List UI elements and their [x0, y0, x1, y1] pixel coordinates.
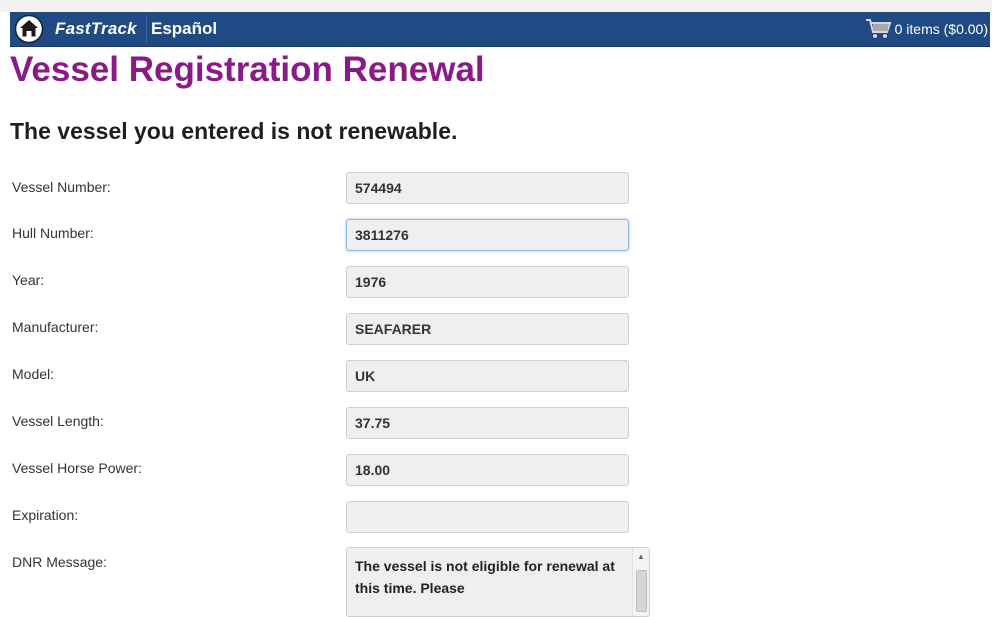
- fasttrack-link[interactable]: FastTrack: [55, 19, 137, 39]
- expiration-field[interactable]: [346, 501, 629, 533]
- manufacturer-label: Manufacturer:: [12, 319, 99, 335]
- vessel-horse-power-label: Vessel Horse Power:: [12, 460, 142, 476]
- vessel-number-field[interactable]: [346, 172, 629, 204]
- expiration-label: Expiration:: [12, 507, 79, 523]
- manufacturer-field[interactable]: [346, 313, 629, 345]
- cart-summary: 0 items ($0.00): [894, 21, 988, 37]
- espanol-link[interactable]: Español: [151, 19, 217, 39]
- dnr-message-textarea[interactable]: The vessel is not eligible for renewal a…: [346, 547, 650, 617]
- vessel-horse-power-field[interactable]: [346, 454, 629, 486]
- vessel-length-field[interactable]: [346, 407, 629, 439]
- status-message: The vessel you entered is not renewable.: [10, 118, 458, 144]
- model-field[interactable]: [346, 360, 629, 392]
- year-field[interactable]: [346, 266, 629, 298]
- top-navbar: FastTrack Español 0 items ($0.00): [10, 12, 990, 47]
- dnr-message-text: The vessel is not eligible for renewal a…: [355, 558, 615, 596]
- vessel-length-label: Vessel Length:: [12, 413, 104, 429]
- home-icon: [14, 14, 44, 44]
- vessel-number-label: Vessel Number:: [12, 179, 111, 195]
- nav-divider: [146, 15, 147, 43]
- cart-link[interactable]: 0 items ($0.00): [865, 17, 988, 41]
- dnr-scrollbar[interactable]: ▲: [632, 548, 649, 616]
- hull-number-field[interactable]: [346, 219, 629, 251]
- scroll-thumb[interactable]: [636, 570, 647, 612]
- dnr-message-label: DNR Message:: [12, 554, 107, 570]
- shopping-cart-icon: [865, 17, 893, 41]
- year-label: Year:: [12, 272, 45, 288]
- browser-top-strip: [0, 0, 992, 12]
- hull-number-label: Hull Number:: [12, 225, 94, 241]
- home-button[interactable]: [14, 14, 44, 44]
- page-title: Vessel Registration Renewal: [10, 50, 485, 89]
- scroll-up-arrow-icon[interactable]: ▲: [633, 550, 649, 564]
- model-label: Model:: [12, 366, 55, 382]
